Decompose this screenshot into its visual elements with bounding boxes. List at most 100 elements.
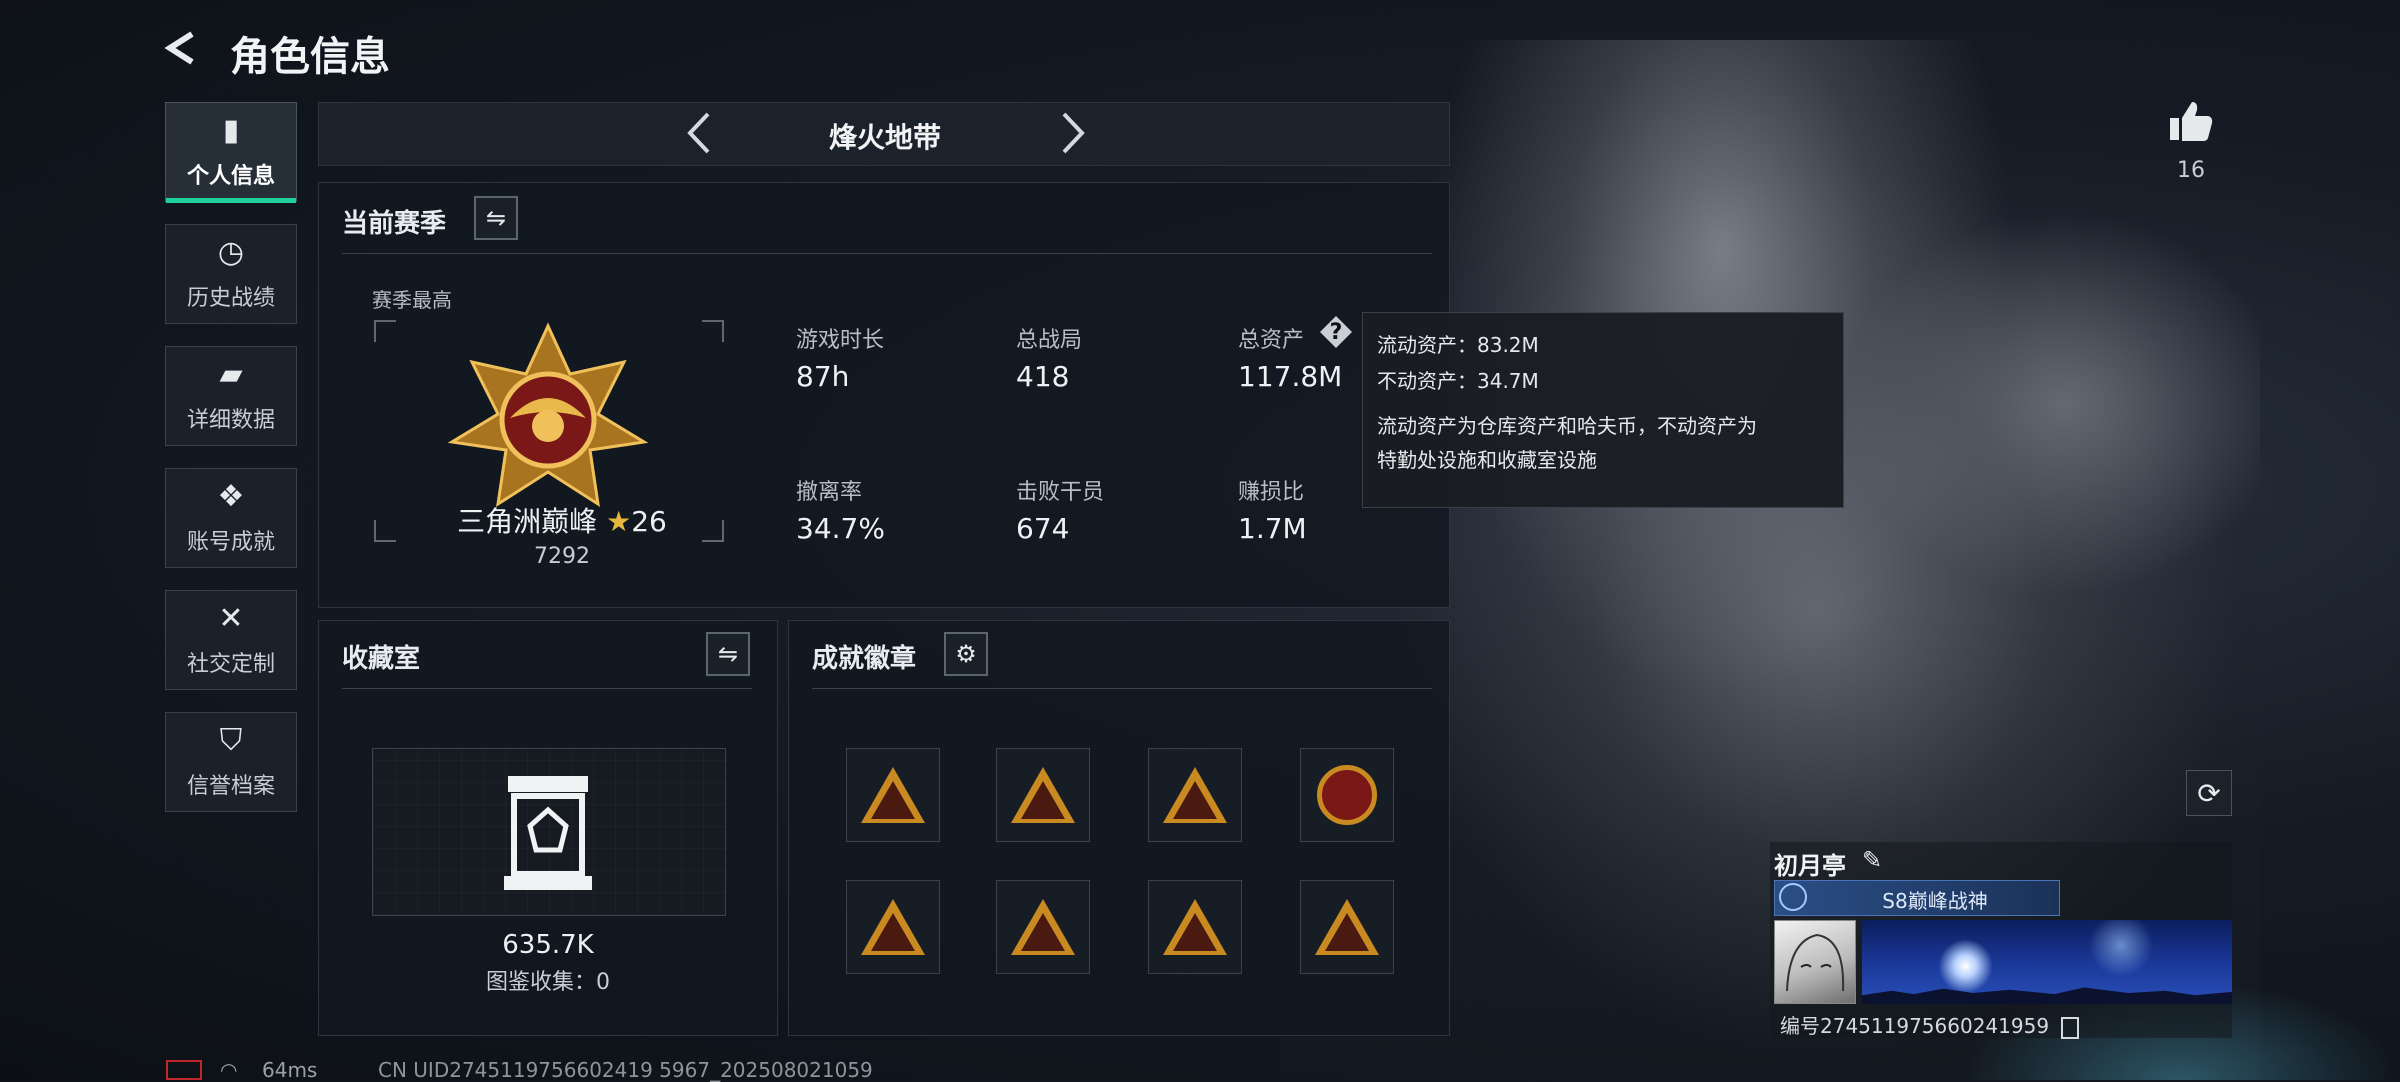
- sidebar-item-label: 历史战绩: [186, 286, 275, 311]
- shield-icon: ⛉: [219, 723, 243, 758]
- collection-value: 635.7K: [502, 930, 594, 960]
- uid-text: CN UID2745119756602419 5967_202508021059: [378, 1058, 873, 1082]
- avatar-sketch: [1786, 933, 1845, 992]
- stat-value: 87h: [796, 360, 850, 393]
- sidebar-item-2[interactable]: ▰ 详细数据: [165, 346, 297, 446]
- ping-text: 64ms: [262, 1058, 318, 1082]
- frame-corner: [702, 320, 724, 342]
- season-title: 当前赛季: [342, 209, 447, 239]
- title-badge: S8巅峰战神: [1774, 880, 2060, 916]
- season-best-label: 赛季最高: [372, 288, 452, 312]
- page-title: 角色信息: [230, 34, 390, 80]
- rank-emblem: [447, 322, 649, 516]
- star-icon: ★: [606, 505, 632, 538]
- collection-catalog: 图鉴收集：0: [486, 970, 610, 995]
- badge-emblem-icon: [1163, 899, 1227, 955]
- edit-icon[interactable]: ✎: [1862, 846, 1882, 874]
- folder-icon: ▰: [219, 357, 243, 392]
- battery-icon: [166, 1060, 202, 1080]
- stat-label: 总资产: [1238, 328, 1305, 353]
- avatar[interactable]: [1774, 920, 1856, 1004]
- divider: [812, 688, 1432, 689]
- player-name: 初月亭: [1774, 852, 1846, 880]
- sidebar-item-1[interactable]: ◷ 历史战绩: [165, 224, 297, 324]
- like-count: 16: [2177, 158, 2205, 183]
- tooltip-desc-2: 特勤处设施和收藏室设施: [1377, 448, 1597, 472]
- gear-icon: ⚙: [955, 640, 977, 668]
- achievement-icon: ❖: [217, 479, 245, 514]
- stat-value: 418: [1016, 360, 1070, 393]
- rank-row: 三角洲巅峰 ★26: [434, 500, 690, 540]
- season-swap-button[interactable]: ⇋: [474, 196, 518, 240]
- refresh-button[interactable]: ⟳: [2186, 770, 2232, 816]
- frame-corner: [374, 520, 396, 542]
- swap-icon: ⇋: [485, 204, 507, 232]
- thumbs-up-icon: [2170, 102, 2213, 141]
- refresh-icon: ⟳: [2197, 776, 2221, 810]
- stat-label: 总战局: [1016, 328, 1083, 353]
- achievements-title: 成就徽章: [812, 644, 917, 674]
- badge-emblem-icon: [1011, 767, 1075, 823]
- like-button[interactable]: [2168, 98, 2214, 144]
- achievement-badge[interactable]: [1300, 748, 1394, 842]
- vault-icon: [500, 772, 596, 896]
- stat-label: 游戏时长: [796, 328, 885, 353]
- player-id: 编号274511975660241959: [1780, 1010, 2080, 1039]
- achievement-badge[interactable]: [846, 880, 940, 974]
- sidebar-item-label: 账号成就: [186, 530, 275, 555]
- assets-tooltip: 流动资产：83.2M 不动资产：34.7M 流动资产为仓库资产和哈夫币，不动资产…: [1362, 312, 1844, 508]
- sidebar-item-label: 详细数据: [186, 408, 275, 433]
- tooltip-desc-1: 流动资产为仓库资产和哈夫币，不动资产为: [1377, 414, 1757, 438]
- collection-title: 收藏室: [342, 644, 421, 674]
- sidebar-item-5[interactable]: ⛉ 信誉档案: [165, 712, 297, 812]
- tools-icon: ✕: [218, 601, 244, 636]
- chevron-left-icon[interactable]: [680, 110, 720, 160]
- badge-emblem-icon: [1163, 767, 1227, 823]
- achievements-settings-button[interactable]: ⚙: [944, 632, 988, 676]
- frame-corner: [374, 320, 396, 342]
- sidebar-item-3[interactable]: ❖ 账号成就: [165, 468, 297, 568]
- divider: [342, 688, 752, 689]
- achievement-badge[interactable]: [996, 748, 1090, 842]
- sidebar-item-label: 信誉档案: [186, 774, 275, 799]
- badge-emblem-icon: [1317, 765, 1377, 825]
- divider: [342, 253, 1432, 254]
- stat-value: 1.7M: [1238, 512, 1307, 545]
- mode-label: 烽火地带: [828, 121, 941, 154]
- rank-score: 7292: [534, 544, 590, 569]
- collection-swap-button[interactable]: ⇋: [706, 632, 750, 676]
- badge-emblem-icon: [861, 767, 925, 823]
- swap-icon: ⇋: [717, 640, 739, 668]
- stat-label: 撤离率: [796, 480, 863, 505]
- badge-emblem-icon: [1011, 899, 1075, 955]
- chevron-right-icon[interactable]: [1052, 110, 1092, 160]
- title-badge-text: S8巅峰战神: [1882, 889, 1988, 913]
- achievement-badge[interactable]: [1300, 880, 1394, 974]
- bar-chart-icon: ▮: [222, 113, 240, 148]
- stat-value: 117.8M: [1238, 360, 1343, 393]
- rank-name: 三角洲巅峰: [457, 505, 598, 538]
- stat-value: 34.7%: [796, 512, 885, 545]
- back-arrow-icon: [164, 31, 194, 65]
- copy-icon[interactable]: [2061, 1016, 2080, 1039]
- achievement-badge[interactable]: [1148, 880, 1242, 974]
- achievement-badge[interactable]: [996, 880, 1090, 974]
- sidebar-item-label: 个人信息: [186, 164, 275, 189]
- player-banner: [1862, 920, 2232, 1004]
- tooltip-fixed: 不动资产：34.7M: [1377, 369, 1539, 393]
- sidebar-item-label: 社交定制: [186, 652, 275, 677]
- tooltip-liquid: 流动资产：83.2M: [1377, 333, 1539, 357]
- wifi-icon: ◠: [220, 1058, 238, 1082]
- banner-skyline: [1862, 987, 2232, 1004]
- stat-value: 674: [1016, 512, 1070, 545]
- player-id-text: 编号274511975660241959: [1780, 1014, 2050, 1038]
- back-button[interactable]: [160, 26, 204, 70]
- stat-label: 击败干员: [1016, 480, 1105, 505]
- achievement-badge[interactable]: [846, 748, 940, 842]
- title-badge-icon: [1779, 883, 1807, 911]
- stat-label: 赚损比: [1238, 480, 1305, 505]
- sidebar-item-0[interactable]: ▮ 个人信息: [165, 102, 297, 203]
- sidebar-item-4[interactable]: ✕ 社交定制: [165, 590, 297, 690]
- achievement-badge[interactable]: [1148, 748, 1242, 842]
- badge-emblem-icon: [861, 899, 925, 955]
